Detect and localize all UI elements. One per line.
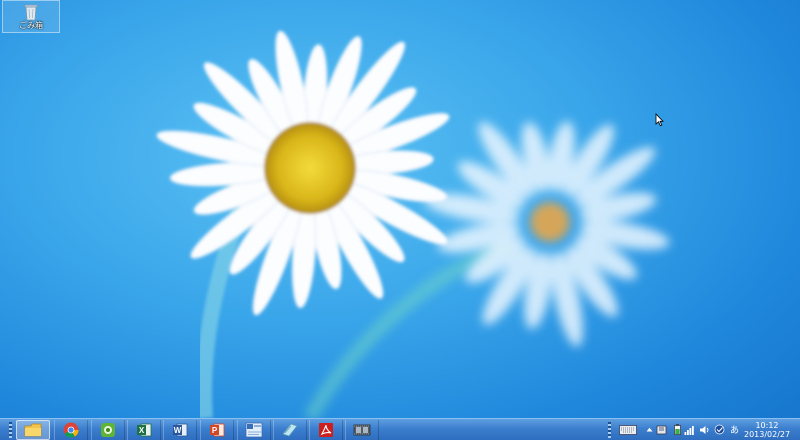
keyboard-icon[interactable] xyxy=(619,424,637,435)
taskbar-powerpoint[interactable]: P xyxy=(200,420,234,440)
taskbar-clock[interactable]: 10:12 2013/02/27 xyxy=(744,421,790,439)
svg-text:P: P xyxy=(212,426,218,435)
excel-icon: X xyxy=(137,423,152,437)
battery-icon[interactable] xyxy=(672,424,683,435)
ime-icon[interactable]: あ xyxy=(729,424,740,436)
taskbar-evernote[interactable] xyxy=(91,420,125,440)
taskbar-grip-left[interactable] xyxy=(9,422,12,438)
action-center-icon[interactable] xyxy=(656,424,667,435)
language-icon xyxy=(245,422,263,438)
taskbar: X W P あ 10:12 2013/02/27 xyxy=(0,418,800,440)
clock-time: 10:12 xyxy=(755,421,779,430)
taskbar-notes[interactable] xyxy=(273,420,307,440)
acrobat-icon xyxy=(319,423,333,437)
taskbar-acrobat[interactable] xyxy=(309,420,343,440)
recycle-bin-icon xyxy=(24,4,38,21)
svg-text:W: W xyxy=(174,426,182,435)
folder-icon xyxy=(24,423,42,437)
show-hidden-icon[interactable] xyxy=(644,424,655,435)
mouse-cursor-icon xyxy=(655,113,664,127)
powerpoint-icon: P xyxy=(210,423,225,437)
chrome-icon xyxy=(63,422,79,438)
clock-date: 2013/02/27 xyxy=(744,430,791,439)
sync-icon[interactable] xyxy=(714,424,725,435)
taskbar-word[interactable]: W xyxy=(163,420,197,440)
recycle-bin-desktop-icon[interactable]: ごみ箱 xyxy=(2,0,60,33)
taskbar-language-app[interactable] xyxy=(237,420,271,440)
volume-icon[interactable] xyxy=(699,424,710,435)
daisy-center xyxy=(264,122,356,214)
taskbar-file-explorer[interactable] xyxy=(16,420,50,440)
taskbar-excel[interactable]: X xyxy=(127,420,161,440)
network-icon[interactable] xyxy=(684,424,695,435)
svg-text:X: X xyxy=(139,426,145,435)
recycle-bin-label: ごみ箱 xyxy=(19,21,43,30)
word-icon: W xyxy=(173,423,188,437)
notes-icon xyxy=(282,423,298,437)
taskbar-grip-right[interactable] xyxy=(608,422,611,438)
evernote-icon xyxy=(101,423,115,437)
taskbar-film-app[interactable] xyxy=(345,420,379,440)
desktop-wallpaper xyxy=(156,30,670,418)
film-icon xyxy=(353,424,371,436)
taskbar-chrome[interactable] xyxy=(54,420,88,440)
